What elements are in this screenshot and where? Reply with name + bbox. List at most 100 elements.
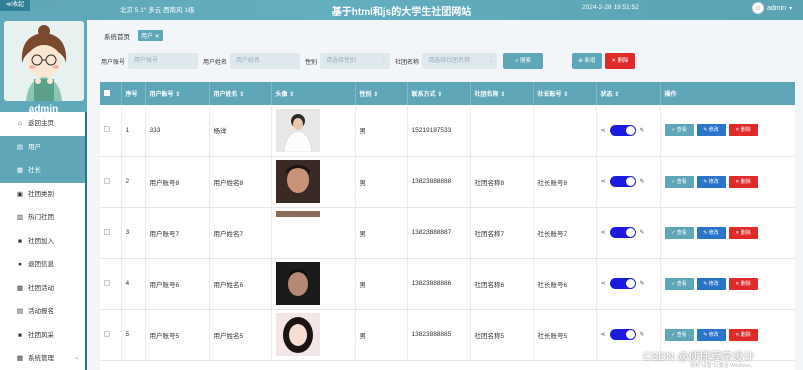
edit-button[interactable]: ✎ 修改	[696, 226, 726, 239]
search-button[interactable]: ⌕ 搜索	[503, 53, 544, 69]
user-table: 序号 用户账号 ⇕ 用户姓名 ⇕ 头像 ⇕ 性别 ⇕ 联系方式 ⇕ 社团名称 ⇕…	[100, 82, 795, 370]
delete-button[interactable]: ✕ 删除	[728, 328, 758, 341]
sidebar-scrollbar[interactable]	[85, 112, 87, 370]
user-avatar-icon: ☺	[752, 2, 764, 14]
edit-button[interactable]: ✎ 修改	[696, 277, 726, 290]
club-select[interactable]: 请选择社团名称 ⌄	[422, 53, 498, 69]
club-label: 社团名称	[395, 59, 420, 66]
share-icon[interactable]: ⋖	[601, 280, 606, 287]
edit-button[interactable]: ✎ 修改	[696, 175, 726, 188]
table-row: 3 用户账号7 用户姓名7 男 13823888887 社团名称7 社长账号7 …	[100, 207, 795, 259]
sidebar-item-label: 社团类别	[28, 190, 54, 198]
person-icon: ●	[18, 261, 22, 268]
header-avatar[interactable]: 头像 ⇕	[271, 82, 356, 105]
row-phone: 13823888886	[407, 258, 471, 310]
header-account[interactable]: 用户账号 ⇕	[145, 82, 210, 105]
batch-delete-button[interactable]: ✕ 删除	[605, 53, 635, 69]
row-gender: 男	[355, 156, 408, 208]
sidebar-item-label: 退团信息	[28, 261, 54, 268]
view-button[interactable]: ✓ 查看	[664, 226, 694, 239]
sidebar-item-home[interactable]: ⌂ 返回主页	[0, 112, 87, 136]
share-icon[interactable]: ⋖	[601, 229, 606, 236]
sidebar-item-club-activity[interactable]: ▦ 社团活动	[0, 277, 87, 301]
row-checkbox[interactable]	[104, 177, 110, 184]
sidebar-item-club-style[interactable]: ■ 社团风采	[0, 324, 87, 348]
row-checkbox[interactable]	[104, 279, 110, 286]
status-toggle[interactable]	[609, 124, 636, 136]
name-search-input[interactable]: 用户姓名	[230, 53, 301, 69]
row-index: 2	[121, 156, 146, 208]
row-checkbox[interactable]	[104, 330, 110, 337]
row-index: 5	[121, 309, 146, 361]
share-icon[interactable]: ⋖	[601, 331, 606, 338]
add-button[interactable]: ⊕ 新增	[572, 53, 602, 69]
delete-button[interactable]: ✕ 删除	[728, 277, 758, 290]
header-name[interactable]: 用户姓名 ⇕	[209, 82, 272, 105]
view-button[interactable]: ✓ 查看	[664, 124, 694, 137]
edit-icon[interactable]: ✎	[640, 178, 645, 185]
user-photo	[275, 313, 320, 356]
sidebar-item-label: 系统管理	[28, 355, 54, 362]
header-club[interactable]: 社团名称 ⇕	[470, 82, 534, 105]
sidebar-item-quit-info[interactable]: ● 退团信息	[0, 253, 87, 277]
sidebar-item-club-join[interactable]: ■ 社团加入	[0, 230, 87, 254]
top-header: ≪收起 北京 5.1° 多云 西南风 1级 基于html和js的大学生社团网站 …	[0, 0, 803, 20]
edit-icon[interactable]: ✎	[640, 331, 645, 338]
gender-select[interactable]: 请选择性别 ⌄	[320, 53, 391, 69]
sidebar-item-activity-signup[interactable]: ▤ 活动报名	[0, 300, 87, 324]
breadcrumb-home-link[interactable]: 系统首页	[104, 31, 130, 41]
name-label: 用户姓名	[203, 59, 228, 66]
share-icon[interactable]: ⋖	[601, 178, 606, 185]
table-row: 1 333 杨洋 男 15219187533 ⋖ ✎ ✓ 查看 ✎ 修改 ✕ 删…	[100, 105, 795, 157]
row-avatar	[271, 309, 356, 361]
sidebar-menu: ⌂ 返回主页 ▤ 用户 ▦ 社长 ▣ 社团类别 ▥ 热门社团 ■ 社团加入 ● …	[0, 112, 87, 370]
view-button[interactable]: ✓ 查看	[664, 175, 694, 188]
row-avatar	[271, 207, 356, 259]
table-header-row: 序号 用户账号 ⇕ 用户姓名 ⇕ 头像 ⇕ 性别 ⇕ 联系方式 ⇕ 社团名称 ⇕…	[100, 82, 795, 105]
status-toggle[interactable]	[609, 176, 636, 187]
header-phone[interactable]: 联系方式 ⇕	[407, 82, 471, 105]
header-status[interactable]: 状态 ⇕	[596, 82, 661, 105]
row-avatar	[271, 258, 356, 310]
edit-button[interactable]: ✎ 修改	[696, 328, 726, 341]
view-button[interactable]: ✓ 查看	[664, 328, 694, 341]
breadcrumb-current-tag[interactable]: 用户 ✕	[138, 30, 163, 41]
edit-icon[interactable]: ✎	[640, 229, 645, 236]
row-account: 用户账号7	[145, 207, 210, 259]
sidebar-item-system[interactable]: ▦ 系统管理 ⌄	[0, 347, 87, 370]
row-leader: 社长账号6	[533, 258, 597, 310]
status-toggle[interactable]	[609, 278, 636, 289]
row-account: 用户账号5	[145, 309, 210, 361]
edit-icon[interactable]: ✎	[640, 280, 645, 287]
status-toggle[interactable]	[609, 329, 636, 340]
status-toggle[interactable]	[609, 227, 636, 238]
delete-button[interactable]: ✕ 删除	[728, 226, 758, 239]
header-leader[interactable]: 社长账号 ⇕	[533, 82, 597, 105]
delete-button[interactable]: ✕ 删除	[728, 175, 758, 188]
sidebar-item-club-category[interactable]: ▣ 社团类别	[0, 183, 87, 207]
header-gender[interactable]: 性别 ⇕	[355, 82, 408, 105]
user-menu[interactable]: ☺ admin ▾	[752, 2, 792, 14]
row-checkbox[interactable]	[104, 126, 110, 133]
sidebar-item-leader[interactable]: ▦ 社长	[0, 159, 87, 183]
sidebar-item-label: 社团加入	[28, 237, 54, 245]
profile-avatar-image	[4, 21, 84, 101]
share-icon[interactable]: ⋖	[601, 127, 606, 134]
table-row: 2 用户账号8 用户姓名8 男 13823888888 社团名称8 社长账号8 …	[100, 156, 795, 208]
row-club: 社团名称5	[470, 309, 534, 361]
site-title: 基于html和js的大学生社团网站	[331, 7, 472, 18]
row-name: 用户姓名6	[209, 258, 272, 310]
row-checkbox[interactable]	[104, 228, 110, 235]
view-button[interactable]: ✓ 查看	[664, 277, 694, 290]
select-all-checkbox[interactable]	[104, 89, 110, 96]
edit-button[interactable]: ✎ 修改	[696, 124, 726, 137]
sidebar-item-hot-club[interactable]: ▥ 热门社团	[0, 206, 87, 230]
sidebar-item-user[interactable]: ▤ 用户	[0, 135, 87, 159]
chevron-down-icon: ▾	[789, 5, 793, 12]
select-all-header[interactable]	[100, 82, 122, 105]
edit-icon[interactable]: ✎	[640, 127, 645, 134]
delete-button[interactable]: ✕ 删除	[728, 124, 758, 137]
account-search-input[interactable]: 用户账号	[128, 53, 199, 69]
row-gender: 男	[355, 105, 408, 157]
chevron-down-icon: ⌄	[73, 355, 79, 361]
